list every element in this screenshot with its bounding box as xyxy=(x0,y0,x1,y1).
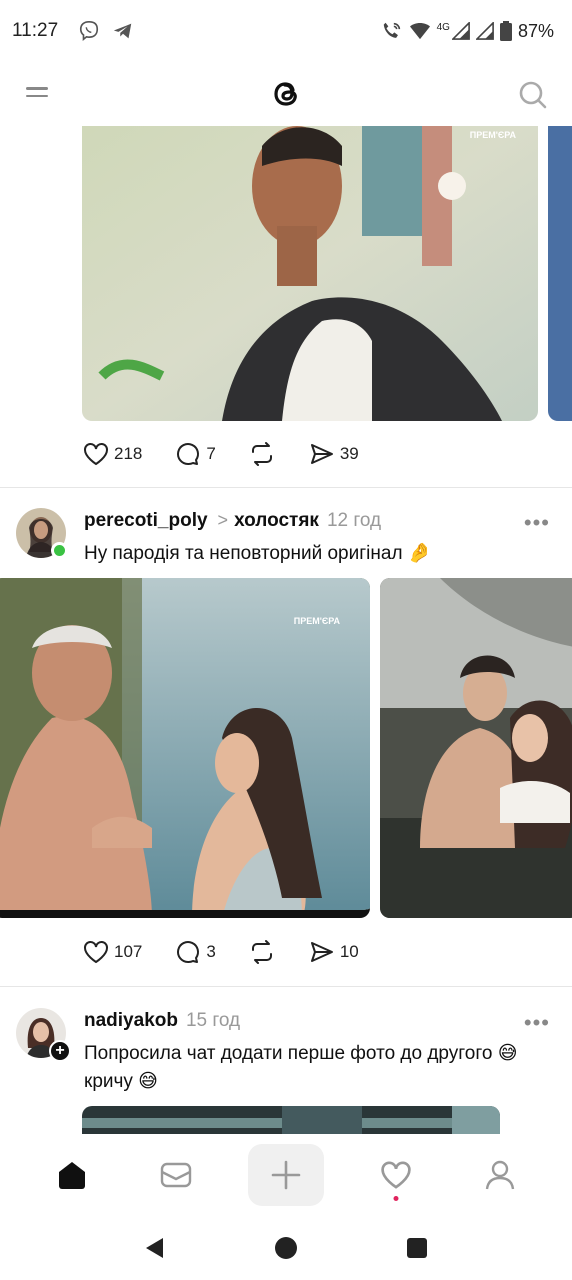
reply-icon xyxy=(177,443,200,466)
battery-percent: 87% xyxy=(517,20,554,41)
nav-new-post[interactable] xyxy=(248,1144,324,1206)
heart-icon xyxy=(381,1161,411,1189)
repost-button[interactable] xyxy=(248,938,276,966)
share-button[interactable]: 10 xyxy=(308,938,359,966)
post-time: 15 год xyxy=(185,1010,241,1031)
post-actions: 107 3 10 xyxy=(82,938,391,966)
signal-icon xyxy=(475,22,494,40)
plus-icon xyxy=(271,1160,301,1190)
post-time: 12 год xyxy=(326,510,382,531)
wifi-call-icon xyxy=(381,20,403,42)
post-image[interactable] xyxy=(380,578,572,918)
post-actions: 218 7 39 xyxy=(82,440,391,468)
post-username[interactable]: perecoti_poly xyxy=(84,510,208,532)
post-username[interactable]: nadiyakob xyxy=(84,1010,178,1032)
post-image[interactable]: ПРЕМ'ЄРА xyxy=(0,578,370,918)
home-circle-icon[interactable] xyxy=(266,1228,306,1268)
share-button[interactable]: 39 xyxy=(308,440,359,468)
network-type-label: 4G xyxy=(436,22,450,33)
like-count: 218 xyxy=(114,444,143,463)
reply-icon xyxy=(177,941,200,964)
nav-home[interactable] xyxy=(40,1143,104,1207)
send-icon xyxy=(310,444,333,464)
battery-icon xyxy=(499,21,512,41)
repost-icon xyxy=(251,442,272,466)
post-text: Ну пародія та неповторний оригінал 🤌 xyxy=(84,543,432,564)
profile-icon xyxy=(485,1160,515,1190)
status-time: 11:27 xyxy=(12,20,59,41)
repost-button[interactable] xyxy=(248,440,276,468)
feed[interactable]: ПРЕМ'ЄРА 218 7 39 perecoti_poly > холост… xyxy=(0,126,572,1134)
reply-button[interactable]: 7 xyxy=(174,440,216,468)
post-image[interactable]: ПРЕМ'ЄРА xyxy=(82,126,538,421)
like-count: 107 xyxy=(114,942,143,961)
post-divider xyxy=(0,986,572,987)
home-icon xyxy=(59,1162,85,1189)
post-header: perecoti_poly > холостяк 12 год xyxy=(84,510,381,532)
share-count: 39 xyxy=(339,444,359,463)
nav-activity[interactable] xyxy=(364,1143,428,1207)
post-topic-tag[interactable]: холостяк xyxy=(234,510,319,532)
post-divider xyxy=(0,487,572,488)
online-status-dot xyxy=(51,542,68,559)
reply-count: 7 xyxy=(206,444,216,463)
system-nav-bar xyxy=(0,1216,572,1280)
chevron-right-icon: > xyxy=(217,510,229,530)
reply-count: 3 xyxy=(206,942,216,961)
image-watermark: ПРЕМ'ЄРА xyxy=(469,130,516,140)
reply-button[interactable]: 3 xyxy=(174,938,216,966)
heart-icon xyxy=(84,941,108,964)
telegram-icon xyxy=(112,20,134,42)
viber-icon xyxy=(78,20,100,42)
threads-logo-icon[interactable] xyxy=(266,74,306,114)
app-header xyxy=(0,62,572,126)
post-image-next[interactable] xyxy=(548,126,572,421)
post-image[interactable] xyxy=(82,1106,500,1134)
post-header: nadiyakob 15 год xyxy=(84,1010,240,1032)
follow-plus-icon[interactable]: + xyxy=(49,1040,71,1062)
image-watermark: ПРЕМ'ЄРА xyxy=(293,616,340,626)
post-text: Попросила чат додати перше фото до друго… xyxy=(84,1043,518,1092)
search-icon[interactable] xyxy=(518,80,548,110)
back-icon[interactable] xyxy=(135,1228,175,1268)
like-button[interactable]: 218 xyxy=(82,440,142,468)
like-button[interactable]: 107 xyxy=(82,938,142,966)
hamburger-menu-icon[interactable] xyxy=(26,82,52,106)
send-icon xyxy=(310,942,333,962)
more-options-button[interactable]: ••• xyxy=(524,510,550,536)
signal-icon xyxy=(451,22,470,40)
share-count: 10 xyxy=(339,942,359,961)
heart-icon xyxy=(84,443,108,466)
inbox-icon xyxy=(160,1162,192,1188)
nav-profile[interactable] xyxy=(468,1143,532,1207)
notification-dot xyxy=(393,1196,399,1201)
repost-icon xyxy=(251,940,272,964)
bottom-nav xyxy=(0,1134,572,1216)
status-bar: 11:27 4G 87% xyxy=(0,0,572,62)
nav-inbox[interactable] xyxy=(144,1143,208,1207)
recents-icon[interactable] xyxy=(397,1228,437,1268)
wifi-icon xyxy=(409,21,431,41)
more-options-button[interactable]: ••• xyxy=(524,1010,550,1036)
